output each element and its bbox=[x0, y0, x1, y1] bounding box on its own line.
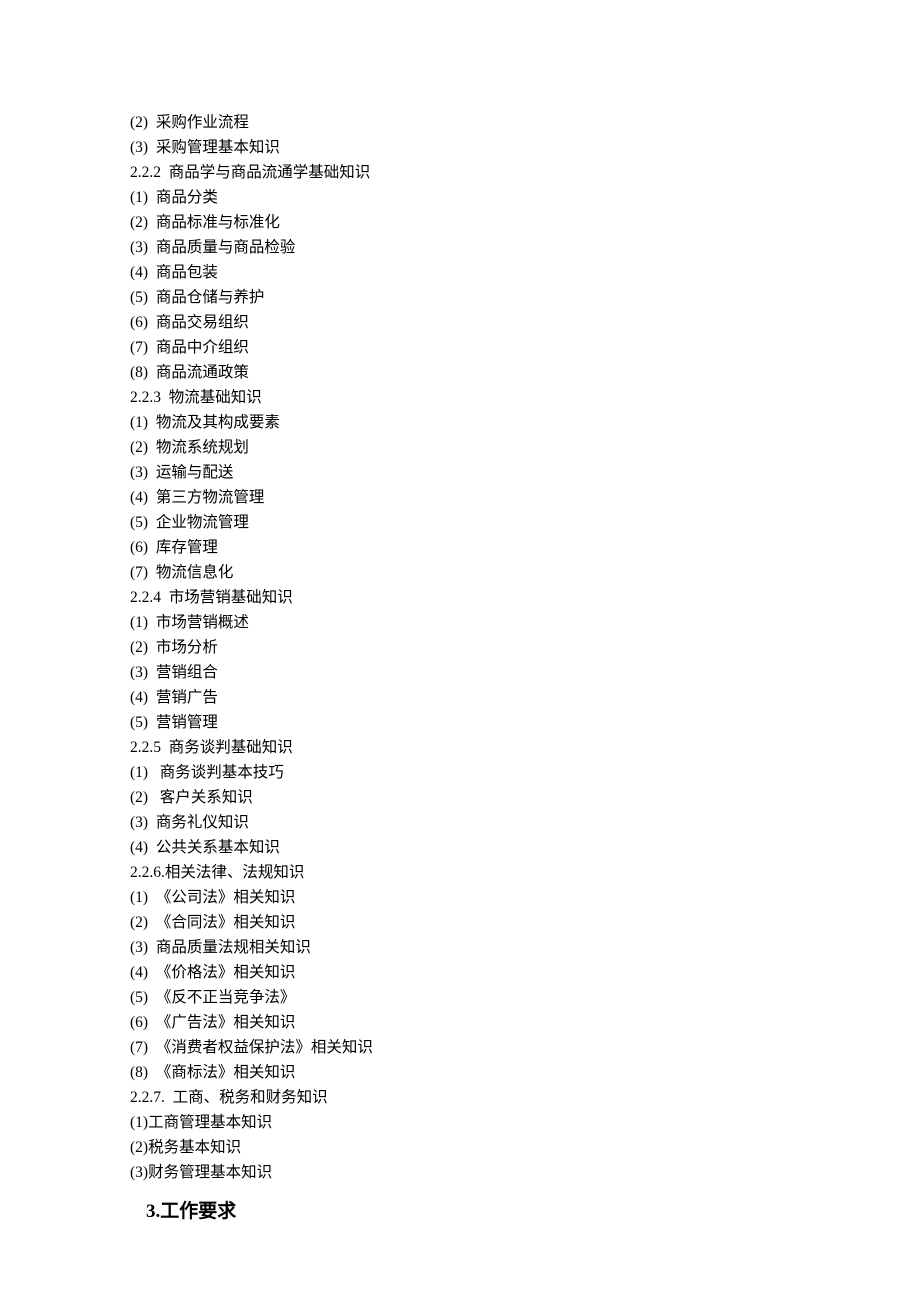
outline-item: (7) 物流信息化 bbox=[130, 560, 920, 585]
outline-item: (6) 商品交易组织 bbox=[130, 310, 920, 335]
outline-item: (2) 客户关系知识 bbox=[130, 785, 920, 810]
outline-item: (1)工商管理基本知识 bbox=[130, 1110, 920, 1135]
outline-item: (7) 《消费者权益保护法》相关知识 bbox=[130, 1035, 920, 1060]
outline-item: (2) 市场分析 bbox=[130, 635, 920, 660]
outline-item: (3) 营销组合 bbox=[130, 660, 920, 685]
outline-item: (1) 商品分类 bbox=[130, 185, 920, 210]
outline-item: (2) 采购作业流程 bbox=[130, 110, 920, 135]
outline-item: 2.2.7. 工商、税务和财务知识 bbox=[130, 1085, 920, 1110]
outline-item: (2) 物流系统规划 bbox=[130, 435, 920, 460]
outline-item: (2) 《合同法》相关知识 bbox=[130, 910, 920, 935]
outline-item: 2.2.3 物流基础知识 bbox=[130, 385, 920, 410]
outline-item: (6) 库存管理 bbox=[130, 535, 920, 560]
outline-item: (4) 第三方物流管理 bbox=[130, 485, 920, 510]
outline-item: (1) 物流及其构成要素 bbox=[130, 410, 920, 435]
outline-item: (3) 采购管理基本知识 bbox=[130, 135, 920, 160]
outline-item: (4) 《价格法》相关知识 bbox=[130, 960, 920, 985]
outline-item: (4) 营销广告 bbox=[130, 685, 920, 710]
outline-item: (3) 商品质量与商品检验 bbox=[130, 235, 920, 260]
outline-item: (3) 商品质量法规相关知识 bbox=[130, 935, 920, 960]
outline-item: (3)财务管理基本知识 bbox=[130, 1160, 920, 1185]
outline-item: (5) 《反不正当竞争法》 bbox=[130, 985, 920, 1010]
outline-item: (4) 公共关系基本知识 bbox=[130, 835, 920, 860]
outline-item: (8) 《商标法》相关知识 bbox=[130, 1060, 920, 1085]
outline-item: (1) 商务谈判基本技巧 bbox=[130, 760, 920, 785]
outline-item: (8) 商品流通政策 bbox=[130, 360, 920, 385]
outline-item: (3) 运输与配送 bbox=[130, 460, 920, 485]
outline-item: 2.2.6.相关法律、法规知识 bbox=[130, 860, 920, 885]
outline-item: 2.2.5 商务谈判基础知识 bbox=[130, 735, 920, 760]
outline-item: 2.2.2 商品学与商品流通学基础知识 bbox=[130, 160, 920, 185]
outline-item: (6) 《广告法》相关知识 bbox=[130, 1010, 920, 1035]
outline-item: (1) 市场营销概述 bbox=[130, 610, 920, 635]
outline-item: (5) 商品仓储与养护 bbox=[130, 285, 920, 310]
outline-item: 2.2.4 市场营销基础知识 bbox=[130, 585, 920, 610]
outline-list: (2) 采购作业流程(3) 采购管理基本知识2.2.2 商品学与商品流通学基础知… bbox=[130, 110, 920, 1185]
section-heading: 3.工作要求 bbox=[130, 1199, 920, 1224]
outline-item: (2)税务基本知识 bbox=[130, 1135, 920, 1160]
outline-item: (7) 商品中介组织 bbox=[130, 335, 920, 360]
outline-item: (4) 商品包装 bbox=[130, 260, 920, 285]
document-content: (2) 采购作业流程(3) 采购管理基本知识2.2.2 商品学与商品流通学基础知… bbox=[130, 110, 920, 1224]
outline-item: (2) 商品标准与标准化 bbox=[130, 210, 920, 235]
outline-item: (3) 商务礼仪知识 bbox=[130, 810, 920, 835]
outline-item: (5) 营销管理 bbox=[130, 710, 920, 735]
outline-item: (5) 企业物流管理 bbox=[130, 510, 920, 535]
outline-item: (1) 《公司法》相关知识 bbox=[130, 885, 920, 910]
